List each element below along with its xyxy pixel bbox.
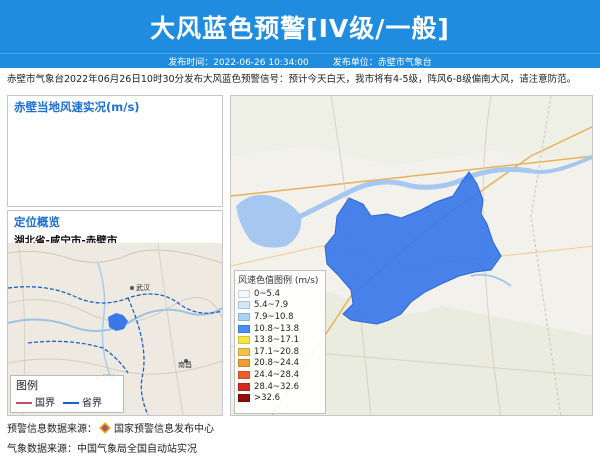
alert-meta-bar: 发布时间：2022-06-26 10:34:00 发布单位：赤壁市气象台	[0, 53, 600, 68]
legend-row-3: 10.8~13.8	[238, 323, 322, 335]
legend-swatch	[238, 359, 250, 368]
alert-banner: 大风蓝色预警[IV级/一般]	[0, 0, 600, 53]
legend-label: >32.6	[254, 393, 281, 404]
legend-label: 13.8~17.1	[254, 335, 299, 346]
legend-row-6: 20.8~24.4	[238, 358, 322, 370]
legend-row-7: 24.4~28.4	[238, 369, 322, 381]
legend-swatch	[238, 347, 250, 356]
map-label-nanchang: 南昌	[178, 360, 192, 369]
alert-bulletin-text: 赤壁市气象台2022年06月26日10时30分发布大风蓝色预警信号：预计今天白天…	[7, 74, 577, 85]
province-border-line-icon	[63, 402, 79, 404]
legend-label: 28.4~32.6	[254, 381, 299, 392]
publish-time: 发布时间：2022-06-26 10:34:00	[168, 57, 309, 68]
legend-swatch	[238, 289, 250, 298]
weather-source-line: 气象数据来源：中国气象局全国自动站实况	[7, 440, 197, 455]
warning-center-logo-icon	[99, 421, 111, 434]
national-border-line-icon	[16, 402, 32, 404]
legend-swatch	[238, 382, 250, 391]
legend-row-4: 13.8~17.1	[238, 334, 322, 346]
legend-row-1: 5.4~7.9	[238, 300, 322, 312]
warning-source-label: 预警信息数据来源：	[7, 424, 97, 435]
legend-swatch	[238, 312, 250, 321]
location-panel-title: 定位概览	[14, 215, 60, 229]
legend-label: 7.9~10.8	[254, 311, 294, 322]
publisher: 发布单位：赤壁市气象台	[332, 57, 432, 68]
legend-swatch	[238, 370, 250, 379]
wind-legend-title: 风速色值图例 (m/s)	[238, 276, 319, 286]
wind-speed-panel-title: 赤壁当地风速实况(m/s)	[14, 100, 140, 114]
legend-label: 0~5.4	[254, 288, 281, 299]
legend-swatch	[238, 301, 250, 310]
legend-label: 17.1~20.8	[254, 346, 299, 357]
legend-label: 24.4~28.4	[254, 369, 299, 380]
overview-map-legend: 图例 国界 省界	[10, 375, 124, 413]
legend-row-9: >32.6	[238, 392, 322, 404]
alert-title: 大风蓝色预警[IV级/一般]	[150, 13, 450, 43]
warning-source-line: 预警信息数据来源： 国家预警信息发布中心	[7, 420, 214, 435]
legend-row-5: 17.1~20.8	[238, 346, 322, 358]
map-label-wuhan: 武汉	[136, 283, 150, 292]
legend-swatch	[238, 394, 250, 403]
legend-swatch	[238, 336, 250, 345]
province-border-label: 省界	[82, 398, 102, 409]
warning-source-name: 国家预警信息发布中心	[114, 424, 214, 435]
national-border-label: 国界	[35, 398, 55, 409]
legend-item-national-border: 国界	[16, 394, 55, 409]
legend-swatch	[238, 324, 250, 333]
legend-label: 10.8~13.8	[254, 323, 299, 334]
legend-label: 20.8~24.4	[254, 358, 299, 369]
legend-row-0: 0~5.4	[238, 288, 322, 300]
wind-speed-legend: 风速色值图例 (m/s) 0~5.4 5.4~7.9 7.9~10.8 10.8…	[234, 270, 326, 414]
legend-row-8: 28.4~32.6	[238, 381, 322, 393]
weather-source-label: 气象数据来源：中国气象局全国自动站实况	[7, 444, 197, 455]
legend-item-province-border: 省界	[63, 394, 102, 409]
legend-label: 5.4~7.9	[254, 300, 289, 311]
wind-speed-panel: 赤壁当地风速实况(m/s)	[7, 95, 223, 207]
legend-row-2: 7.9~10.8	[238, 311, 322, 323]
overview-legend-title: 图例	[16, 379, 38, 392]
